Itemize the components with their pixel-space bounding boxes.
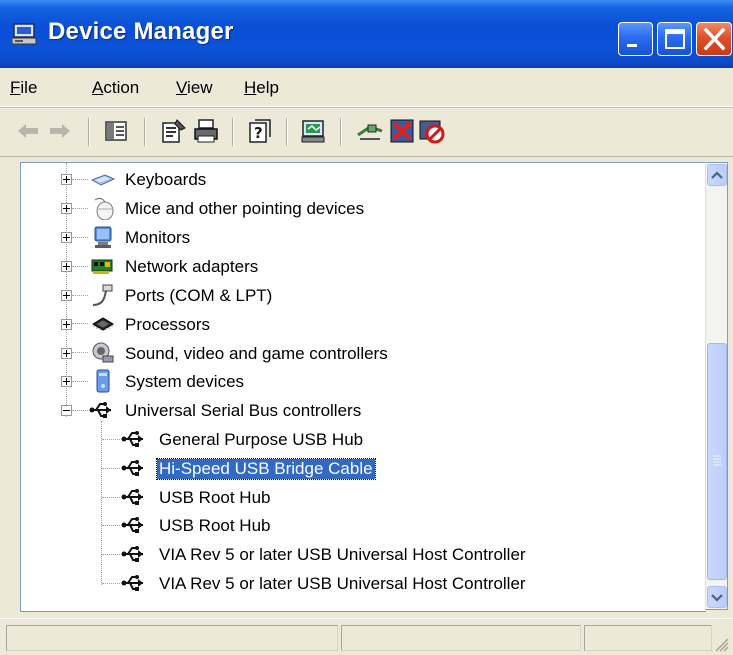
tree-item-label: USB Root Hub <box>159 516 271 535</box>
scroll-up-button[interactable] <box>707 164 727 186</box>
properties-icon[interactable] <box>160 117 188 145</box>
tree-item-usb-device[interactable]: USB Root Hub <box>21 485 701 511</box>
usb-icon <box>121 431 143 447</box>
port-icon <box>92 284 113 306</box>
usb-icon <box>121 575 143 591</box>
tree-item-label: Network adapters <box>125 257 259 276</box>
vertical-scrollbar[interactable] <box>705 162 728 610</box>
usb-icon <box>121 517 143 533</box>
forward-arrow-icon[interactable] <box>46 117 74 145</box>
device-manager-app-icon <box>12 23 37 45</box>
disable-icon[interactable] <box>418 117 446 145</box>
expand-toggle[interactable] <box>61 203 72 214</box>
close-icon <box>703 27 726 51</box>
toolbar-separator <box>340 118 342 146</box>
expand-toggle[interactable] <box>61 261 72 272</box>
tree-item-mice[interactable]: Mice and other pointing devices <box>21 196 701 222</box>
tree-item-monitors[interactable]: Monitors <box>21 225 701 251</box>
menu-action[interactable]: Action <box>92 78 139 98</box>
toolbar: ? <box>0 108 733 157</box>
usb-icon <box>121 546 143 562</box>
tree-item-label: Processors <box>125 315 211 334</box>
toolbar-separator <box>88 118 90 146</box>
expand-toggle[interactable] <box>61 290 72 301</box>
tree-item-label: Keyboards <box>125 170 207 189</box>
expand-toggle[interactable] <box>61 319 72 330</box>
back-arrow-icon[interactable] <box>14 117 42 145</box>
tree-item-usb-device-selected[interactable]: Hi-Speed USB Bridge Cable <box>21 456 701 482</box>
usb-icon <box>121 460 143 476</box>
status-panel <box>6 625 338 651</box>
mouse-icon <box>94 197 114 220</box>
sound-icon <box>92 342 114 363</box>
processor-icon <box>92 317 114 331</box>
tree-item-label: Hi-Speed USB Bridge Cable <box>156 458 376 480</box>
tree-item-network-adapters[interactable]: Network adapters <box>21 254 701 280</box>
tree-item-usb-device[interactable]: VIA Rev 5 or later USB Universal Host Co… <box>21 542 701 568</box>
tree-item-system-devices[interactable]: System devices <box>21 369 701 395</box>
tree-item-keyboards[interactable]: Keyboards <box>21 167 701 193</box>
scroll-thumb[interactable] <box>707 343 727 580</box>
help-icon[interactable]: ? <box>246 117 274 145</box>
keyboard-icon <box>91 174 115 186</box>
tree-item-label: General Purpose USB Hub <box>159 430 364 449</box>
update-driver-icon[interactable] <box>356 117 384 145</box>
tree-item-label: Universal Serial Bus controllers <box>125 401 362 420</box>
tree-item-label: VIA Rev 5 or later USB Universal Host Co… <box>159 574 526 593</box>
tree-item-label: VIA Rev 5 or later USB Universal Host Co… <box>159 545 526 564</box>
tree-item-label: Sound, video and game controllers <box>125 344 388 363</box>
collapse-toggle[interactable] <box>61 405 72 416</box>
toolbar-separator <box>286 118 288 146</box>
expand-toggle[interactable] <box>61 174 72 185</box>
tree-item-sound-video-game[interactable]: Sound, video and game controllers <box>21 341 701 367</box>
window-title: Device Manager <box>48 18 234 45</box>
tree-item-label: System devices <box>125 372 245 391</box>
expand-toggle[interactable] <box>61 232 72 243</box>
tree-item-usb-device[interactable]: VIA Rev 5 or later USB Universal Host Co… <box>21 571 701 597</box>
tree-item-usb-controllers[interactable]: Universal Serial Bus controllers <box>21 398 701 424</box>
tree-item-processors[interactable]: Processors <box>21 312 701 338</box>
scan-hardware-icon[interactable] <box>300 117 328 145</box>
svg-text:?: ? <box>254 124 263 142</box>
tree-item-label: Monitors <box>125 228 191 247</box>
grip-icon <box>713 455 721 466</box>
minimize-icon <box>627 44 637 47</box>
usb-icon <box>121 489 143 505</box>
device-tree[interactable]: Keyboards Mice and other pointing device… <box>20 162 706 612</box>
expand-toggle[interactable] <box>61 348 72 359</box>
tree-item-label: USB Root Hub <box>159 488 271 507</box>
print-icon[interactable] <box>192 117 220 145</box>
device-manager-window: Device Manager File Action View Help ? K… <box>0 0 733 655</box>
title-bar[interactable]: Device Manager <box>0 0 733 68</box>
tree-item-usb-device[interactable]: USB Root Hub <box>21 513 701 539</box>
chevron-down-icon <box>711 594 723 602</box>
menu-help[interactable]: Help <box>244 78 279 98</box>
tree-item-label: Mice and other pointing devices <box>125 199 365 218</box>
menu-view[interactable]: View <box>176 78 213 98</box>
menu-bar: File Action View Help <box>0 68 733 107</box>
status-panel <box>341 625 581 651</box>
uninstall-icon[interactable] <box>388 117 416 145</box>
menu-file[interactable]: File <box>10 78 37 98</box>
expand-toggle[interactable] <box>61 376 72 387</box>
chevron-up-icon <box>711 171 723 179</box>
monitor-icon <box>94 226 112 248</box>
maximize-button[interactable] <box>657 22 692 56</box>
close-button[interactable] <box>696 22 732 56</box>
minimize-button[interactable] <box>618 22 653 56</box>
toolbar-separator <box>232 118 234 146</box>
status-panel <box>584 625 712 651</box>
show-hide-console-tree-icon[interactable] <box>102 117 130 145</box>
usb-icon <box>89 402 111 418</box>
tree-item-label: Ports (COM & LPT) <box>125 286 273 305</box>
toolbar-separator <box>144 118 146 146</box>
tree-item-usb-device[interactable]: General Purpose USB Hub <box>21 427 701 453</box>
scroll-down-button[interactable] <box>707 586 727 608</box>
status-bar <box>0 618 733 655</box>
resize-grip-icon[interactable] <box>714 637 730 653</box>
system-device-icon <box>96 369 110 393</box>
tree-item-ports[interactable]: Ports (COM & LPT) <box>21 283 701 309</box>
maximize-icon <box>665 29 685 49</box>
network-adapter-icon <box>91 259 113 274</box>
